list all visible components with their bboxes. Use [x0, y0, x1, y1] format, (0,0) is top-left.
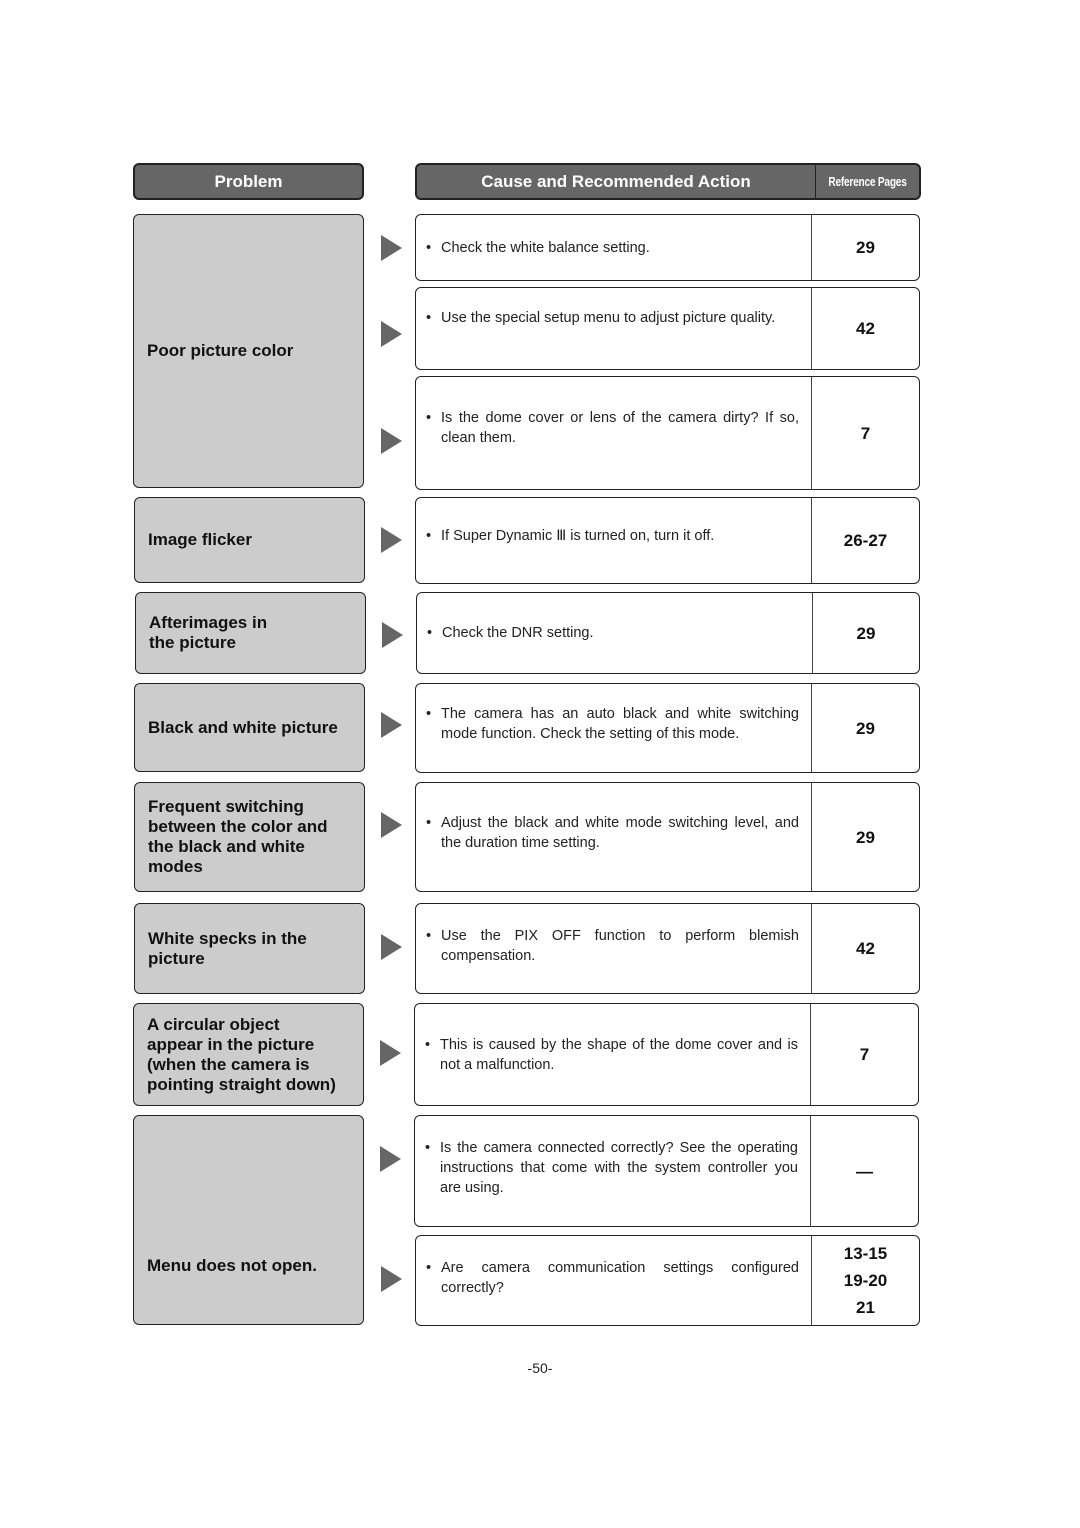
cause-text: Are camera communication settings config… [441, 1260, 799, 1296]
reference-page: 7 [859, 1045, 870, 1064]
reference-pages: 29 [813, 593, 919, 673]
cause-row: • Check the DNR setting. 29 [416, 592, 920, 674]
reference-pages: 13-15 19-20 21 [812, 1236, 919, 1325]
cause-text: Use the PIX OFF function to perform blem… [441, 928, 799, 964]
reference-pages: 42 [812, 904, 919, 993]
reference-page: 13-15 [843, 1244, 888, 1263]
problem-poor-picture-color: Poor picture color [133, 214, 364, 488]
reference-page: — [856, 1161, 873, 1181]
reference-pages: 29 [812, 684, 919, 772]
arrow-right-icon [381, 321, 402, 347]
problem-afterimages: Afterimages in the picture [135, 592, 366, 674]
reference-page: 29 [856, 718, 875, 738]
problem-label: A circular object appear in the picture … [147, 1014, 336, 1094]
arrow-right-icon [381, 235, 402, 261]
cause-row: • This is caused by the shape of the dome… [414, 1003, 919, 1106]
bullet: • [426, 815, 432, 831]
bullet: • [426, 310, 432, 326]
arrow-right-icon [381, 934, 402, 960]
cause-header-label: Cause and Recommended Action [417, 165, 816, 198]
reference-pages: 42 [812, 288, 919, 369]
cause-text: Is the camera connected correctly? See t… [440, 1140, 798, 1196]
cause-text: Check the DNR setting. [442, 625, 594, 641]
cause-row: • Use the PIX OFF function to perform ble… [415, 903, 920, 994]
cause-row: • Check the white balance setting. 29 [415, 214, 920, 281]
cause-column-header: Cause and Recommended Action Reference P… [415, 163, 921, 200]
reference-pages: 29 [812, 215, 919, 280]
cause-row: • The camera has an auto black and white … [415, 683, 920, 773]
cause-text: This is caused by the shape of the dome … [440, 1037, 798, 1073]
problem-label: Frequent switching between the color and… [148, 797, 328, 876]
reference-pages: 7 [811, 1004, 918, 1105]
cause-text: Check the white balance setting. [441, 239, 650, 256]
reference-page: 7 [860, 423, 871, 443]
bullet: • [426, 706, 432, 722]
cause-row: • Adjust the black and white mode switchi… [415, 782, 920, 892]
bullet: • [425, 1037, 431, 1053]
arrow-right-icon [382, 622, 403, 648]
bullet: • [426, 928, 432, 944]
problem-label: Afterimages in the picture [149, 613, 268, 652]
bullet: • [426, 410, 432, 426]
problem-menu-does-not-open: Menu does not open. [133, 1115, 364, 1325]
bullet: • [426, 1260, 432, 1276]
reference-pages: 29 [812, 783, 919, 891]
cause-text: Use the special setup menu to adjust pic… [441, 310, 776, 326]
reference-pages-header-label: Reference Pages [828, 174, 907, 189]
cause-text: Is the dome cover or lens of the camera … [441, 410, 799, 446]
reference-pages: — [811, 1116, 918, 1226]
cause-text: The camera has an auto black and white s… [441, 706, 799, 742]
cause-row: • Are camera communication settings confi… [415, 1235, 920, 1326]
reference-page: 19-20 [843, 1271, 888, 1290]
bullet: • [426, 528, 432, 544]
arrow-right-icon [381, 712, 402, 738]
problem-black-and-white-picture: Black and white picture [134, 683, 365, 772]
problem-label: Image flicker [148, 530, 252, 549]
reference-page: 42 [856, 319, 875, 338]
problem-frequent-switching: Frequent switching between the color and… [134, 782, 365, 892]
problem-circular-object: A circular object appear in the picture … [133, 1003, 364, 1106]
arrow-right-icon [381, 527, 402, 553]
reference-page: 29 [856, 623, 876, 643]
arrow-right-icon [381, 428, 402, 454]
cause-row: • Use the special setup menu to adjust pi… [415, 287, 920, 370]
bullet: • [425, 1140, 431, 1156]
reference-pages: 26-27 [812, 498, 919, 583]
reference-page: 21 [856, 1298, 875, 1317]
problem-label: Menu does not open. [147, 1256, 317, 1275]
reference-page: 26-27 [843, 531, 888, 550]
reference-page: 29 [856, 827, 875, 847]
cause-text: If Super Dynamic Ⅲ is turned on, turn it… [441, 528, 715, 544]
page-number: -50- [527, 1360, 553, 1376]
cause-text: Adjust the black and white mode switchin… [441, 815, 799, 851]
bullet: • [426, 239, 432, 256]
problem-label: Poor picture color [147, 341, 294, 360]
reference-page: 42 [856, 939, 875, 958]
cause-row: • Is the camera connected correctly? See … [414, 1115, 919, 1227]
arrow-right-icon [380, 1146, 401, 1172]
bullet: • [427, 625, 433, 641]
problem-label: White specks in the picture [148, 928, 307, 968]
problem-image-flicker: Image flicker [134, 497, 365, 583]
arrow-right-icon [381, 1266, 402, 1292]
problem-column-header: Problem [133, 163, 364, 200]
arrow-right-icon [380, 1040, 401, 1066]
problem-header-label: Problem [214, 171, 283, 191]
problem-white-specks: White specks in the picture [134, 903, 365, 994]
cause-row: • Is the dome cover or lens of the camera… [415, 376, 920, 490]
reference-pages: 7 [812, 377, 919, 489]
reference-page: 29 [856, 238, 875, 257]
arrow-right-icon [381, 812, 402, 838]
problem-label: Black and white picture [148, 717, 338, 737]
cause-row: • If Super Dynamic Ⅲ is turned on, turn i… [415, 497, 920, 584]
